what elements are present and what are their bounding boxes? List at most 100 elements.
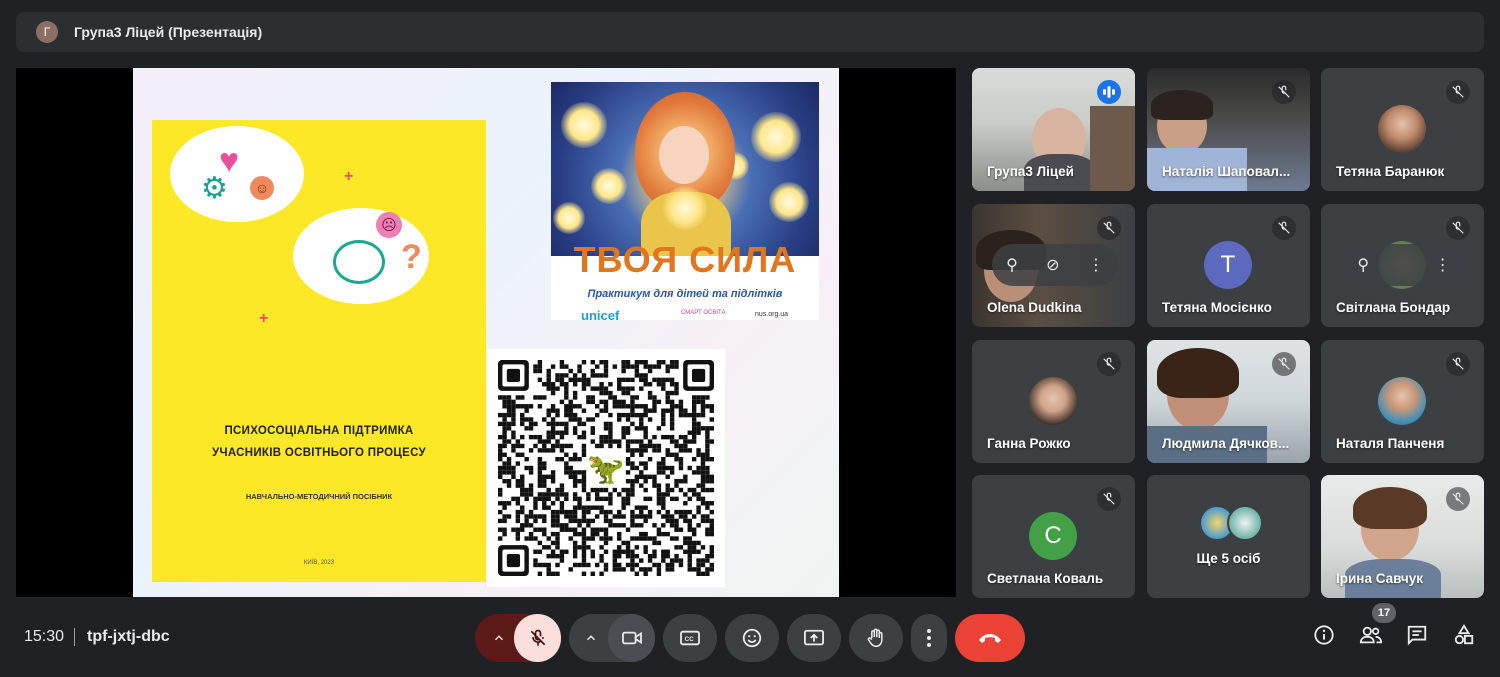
meeting-title-bar: Г Група3 Ліцей (Презентація) — [16, 12, 1484, 52]
people-button[interactable] — [1359, 624, 1383, 651]
presenter-avatar: Г — [36, 21, 58, 43]
cover-logos: unicef СМАРТ ОСВІТА nus.org.ua — [551, 308, 819, 323]
more-participants-avatars — [1199, 505, 1263, 541]
meeting-details-button[interactable] — [1313, 624, 1335, 651]
camera-toggle-button[interactable] — [608, 614, 655, 662]
cover-subtitle: Практикум для дітей та підлітків — [587, 288, 783, 300]
mic-off-icon — [1097, 216, 1121, 240]
presentation-stage: ♥ ⚙ ☺ ☹ ? + + ПСИХОСОЦІАЛЬНА ПІДТРИМКА У… — [16, 68, 956, 597]
participant-tile[interactable]: C Светлана Коваль — [972, 475, 1135, 598]
participant-tile[interactable]: ⚲ ⊘ ⋮ Olena Dudkina — [972, 204, 1135, 327]
more-options-button[interactable] — [911, 614, 947, 662]
svg-text:CC: CC — [685, 636, 695, 643]
book-city-year: КИЇВ, 2023 — [303, 560, 335, 566]
participant-name: Світлана Бондар — [1336, 300, 1451, 315]
participant-avatar — [1029, 377, 1077, 425]
mic-options-button[interactable] — [479, 614, 519, 662]
book-cover-tvoya-syla: ТВОЯ СИЛА Практикум для дітей та підлітк… — [551, 82, 819, 323]
participant-tile[interactable]: Наталія Шаповал... — [1147, 68, 1310, 191]
meeting-code[interactable]: tpf-jxtj-dbc — [87, 628, 170, 646]
mic-off-icon — [1272, 352, 1296, 376]
mic-off-icon — [1097, 487, 1121, 511]
raise-hand-button[interactable] — [849, 614, 903, 662]
unicef-logo: unicef — [581, 308, 620, 323]
mic-off-icon — [1272, 80, 1296, 104]
reactions-button[interactable] — [725, 614, 779, 662]
participant-name: Наталія Шаповал... — [1162, 164, 1291, 179]
participant-name: Тетяна Мосієнко — [1162, 300, 1272, 315]
participant-tile[interactable]: Ірина Савчук — [1321, 475, 1484, 598]
mic-off-icon — [1446, 352, 1470, 376]
sad-face-icon: ☹ — [376, 212, 402, 238]
mic-off-icon — [1097, 352, 1121, 376]
camera-options-button[interactable] — [573, 614, 609, 662]
mic-off-icon — [1446, 487, 1470, 511]
people-icon — [1359, 626, 1383, 644]
mic-toggle-button[interactable] — [514, 614, 561, 662]
participant-avatar: C — [1029, 512, 1077, 560]
pin-icon[interactable]: ⚲ — [1357, 255, 1369, 275]
dinosaur-icon: 🦖 — [587, 453, 624, 486]
plus-icon: + — [259, 310, 269, 327]
participant-tile[interactable]: Тетяна Баранюк — [1321, 68, 1484, 191]
more-participants-tile[interactable]: Ще 5 осіб — [1147, 475, 1310, 598]
emoji-icon — [742, 628, 762, 648]
participant-name: Ще 5 осіб — [1196, 551, 1261, 566]
mute-icon[interactable]: ⊘ — [1046, 255, 1059, 275]
participant-name: Людмила Дячков... — [1162, 436, 1290, 451]
mic-off-icon — [1446, 216, 1470, 240]
speaking-indicator-icon — [1097, 80, 1121, 104]
tile-hover-controls: ⚲ ⋮ — [1341, 244, 1467, 286]
book-title: ПСИХОСОЦІАЛЬНА ПІДТРИМКА УЧАСНИКІВ ОСВІТ… — [152, 420, 486, 464]
book-subtitle: НАВЧАЛЬНО-МЕТОДИЧНИЙ ПОСІБНИК — [245, 492, 393, 501]
mic-off-icon — [1446, 80, 1470, 104]
pin-icon[interactable]: ⚲ — [1006, 255, 1018, 275]
participant-tile[interactable]: ⚲ ⋮ Світлана Бондар — [1321, 204, 1484, 327]
chat-button[interactable] — [1406, 624, 1428, 651]
mic-off-icon — [1272, 216, 1296, 240]
participant-tile[interactable]: Наталя Панченя — [1321, 340, 1484, 463]
chevron-up-icon — [586, 635, 596, 641]
book-title-line-1: ПСИХОСОЦІАЛЬНА ПІДТРИМКА — [224, 425, 414, 437]
smile-face-icon: ☺ — [250, 176, 274, 200]
qr-code-graphic: 🦖 — [498, 360, 714, 576]
more-icon — [927, 629, 931, 647]
more-icon[interactable]: ⋮ — [1435, 255, 1451, 275]
cover-title: ТВОЯ СИЛА — [573, 239, 797, 280]
info-icon — [1314, 625, 1334, 645]
chat-icon — [1407, 625, 1427, 646]
cover-illustration — [551, 82, 819, 256]
control-bar: 15:30 tpf-jxtj-dbc CC 17 — [0, 598, 1500, 677]
more-icon[interactable]: ⋮ — [1088, 255, 1104, 275]
participant-count-badge: 17 — [1372, 603, 1396, 623]
chevron-up-icon — [494, 635, 504, 641]
participant-tile[interactable]: Т Тетяна Мосієнко — [1147, 204, 1310, 327]
participant-tile[interactable]: Ганна Рожко — [972, 340, 1135, 463]
leave-call-button[interactable] — [955, 614, 1025, 662]
activities-icon — [1454, 624, 1474, 645]
nus-logo: nus.org.ua — [755, 311, 789, 318]
meeting-clock: 15:30 — [24, 628, 65, 645]
participant-name: Ганна Рожко — [987, 436, 1071, 451]
question-mark-icon: ? — [401, 238, 422, 276]
captions-button[interactable]: CC — [663, 614, 717, 662]
smart-osvita-logo: СМАРТ ОСВІТА — [681, 310, 726, 316]
presentation-title: Група3 Ліцей (Презентація) — [74, 24, 263, 40]
captions-icon: CC — [680, 630, 700, 646]
shared-slide: ♥ ⚙ ☺ ☹ ? + + ПСИХОСОЦІАЛЬНА ПІДТРИМКА У… — [133, 68, 839, 597]
activities-button[interactable] — [1453, 624, 1475, 651]
end-call-icon — [979, 634, 1001, 643]
qr-code: 🦖 — [487, 349, 725, 587]
participant-name: Olena Dudkina — [987, 300, 1082, 315]
participant-tile[interactable]: Група3 Ліцей — [972, 68, 1135, 191]
participant-tile[interactable]: Людмила Дячков... — [1147, 340, 1310, 463]
camera-icon — [621, 631, 642, 645]
participant-avatar — [1378, 377, 1426, 425]
divider — [74, 628, 75, 646]
present-button[interactable] — [787, 614, 841, 662]
participant-name: Ірина Савчук — [1336, 571, 1424, 586]
plus-icon: + — [344, 168, 354, 185]
participant-name: Светлана Коваль — [987, 571, 1104, 586]
tile-hover-controls: ⚲ ⊘ ⋮ — [992, 244, 1118, 286]
present-icon — [804, 629, 824, 646]
